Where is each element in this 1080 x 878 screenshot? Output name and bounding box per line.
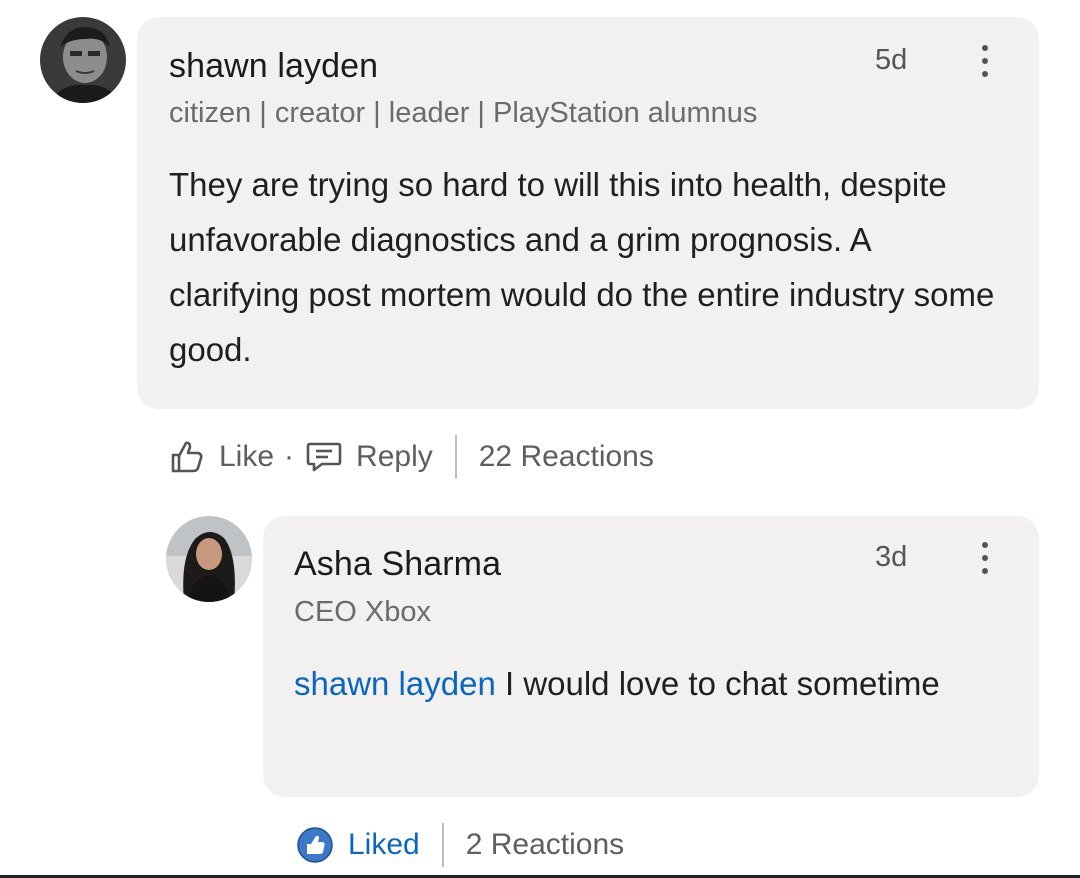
- more-options-icon[interactable]: [973, 538, 997, 578]
- more-options-icon[interactable]: [973, 41, 997, 81]
- reply-bubble: Asha Sharma CEO Xbox 3d shawn layden I w…: [263, 516, 1039, 797]
- liked-button[interactable]: Liked: [296, 826, 420, 864]
- reply-timestamp: 3d: [875, 541, 908, 573]
- avatar[interactable]: [166, 516, 252, 602]
- like-button[interactable]: Like: [167, 438, 274, 476]
- avatar[interactable]: [40, 17, 126, 103]
- reply-button[interactable]: Reply: [304, 438, 433, 476]
- like-label: Like: [219, 440, 275, 473]
- reply-author[interactable]: Asha Sharma: [294, 545, 501, 584]
- reactions-count[interactable]: 22 Reactions: [479, 440, 654, 474]
- speech-bubble-icon: [304, 438, 344, 476]
- thumbs-up-outline-icon: [167, 438, 205, 476]
- reply-author-headline: CEO Xbox: [294, 596, 431, 628]
- comment-bubble: shawn layden citizen | creator | leader …: [137, 17, 1039, 409]
- thumbs-up-filled-icon: [296, 826, 334, 864]
- liked-label: Liked: [348, 828, 420, 861]
- reply-label: Reply: [356, 440, 433, 473]
- reply-text-content: I would love to chat sometime: [495, 665, 940, 702]
- comment-timestamp: 5d: [875, 44, 908, 76]
- comments-thread: shawn layden citizen | creator | leader …: [0, 0, 1080, 878]
- divider: [441, 823, 444, 867]
- divider: [454, 435, 457, 479]
- reply-actions: Liked 2 Reactions: [296, 820, 624, 870]
- reply-text: shawn layden I would love to chat someti…: [294, 656, 994, 711]
- comment-text: They are trying so hard to will this int…: [169, 166, 995, 368]
- comment-author-headline: citizen | creator | leader | PlayStation…: [169, 97, 758, 129]
- comment-actions: Like · Reply 22 Reactions: [167, 432, 654, 482]
- comment-author[interactable]: shawn layden: [169, 47, 378, 86]
- separator-dot: ·: [284, 440, 295, 473]
- reactions-count[interactable]: 2 Reactions: [466, 828, 624, 862]
- mention-link[interactable]: shawn layden: [294, 665, 496, 702]
